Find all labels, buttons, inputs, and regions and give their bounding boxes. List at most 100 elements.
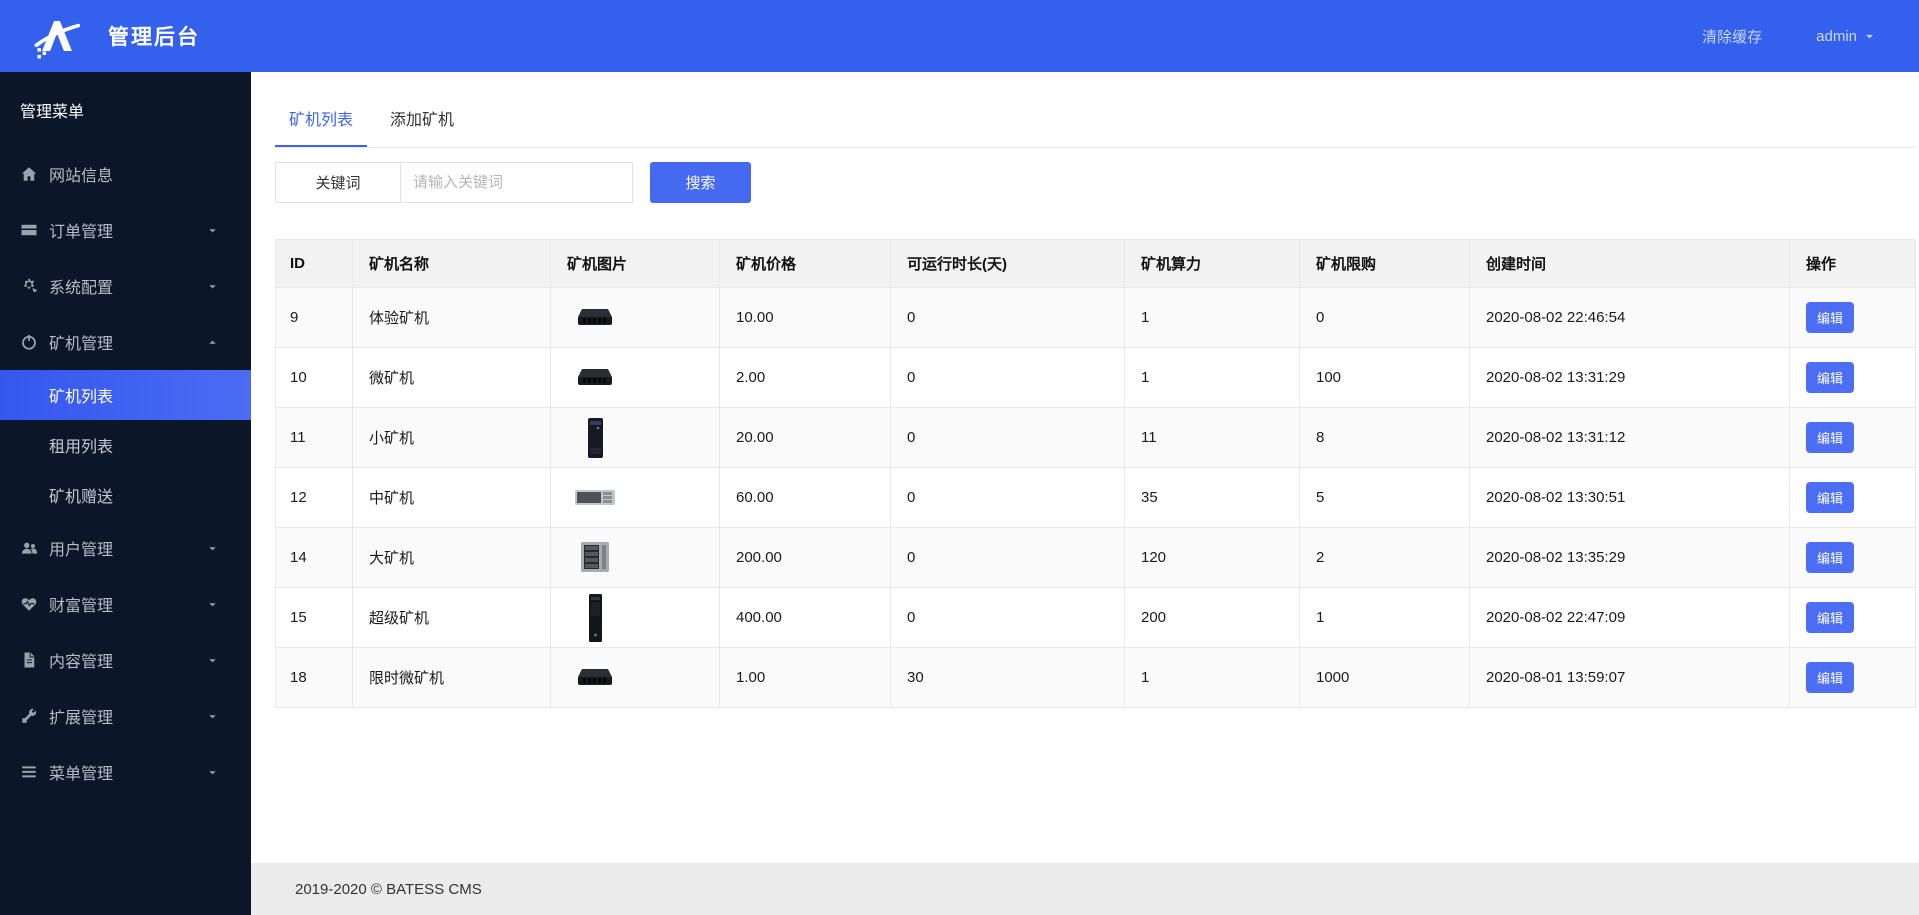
sidebar-item-user[interactable]: 用户管理 (0, 520, 251, 576)
cell-limit: 5 (1299, 467, 1470, 528)
sidebar-item-label: 菜单管理 (49, 766, 114, 783)
table-row: 12 中矿机 60.00 0 35 5 2020-08-02 13:30:51 编辑 (275, 467, 1916, 528)
sidebar-item-label: 内容管理 (49, 654, 114, 671)
machine-image (567, 412, 623, 464)
cell-limit: 8 (1299, 407, 1470, 468)
sidebar-subitem-miner-list[interactable]: 矿机列表 (0, 370, 251, 420)
table-header-row: ID 矿机名称 矿机图片 矿机价格 可运行时长(天) 矿机算力 矿机限购 创建时间 操作 (275, 239, 1916, 288)
sidebar-item-label: 用户管理 (49, 542, 114, 559)
cell-image (550, 287, 720, 348)
keyword-label: 关键词 (275, 162, 400, 203)
cell-name: 微矿机 (352, 347, 551, 408)
sidebar-item-extension[interactable]: 扩展管理 (0, 688, 251, 744)
cell-actions: 编辑 (1789, 407, 1916, 468)
cell-price: 2.00 (719, 347, 891, 408)
cell-actions: 编辑 (1789, 347, 1916, 408)
cell-created: 2020-08-02 13:31:29 (1469, 347, 1790, 408)
sidebar-item-content[interactable]: 内容管理 (0, 632, 251, 688)
cell-id: 15 (275, 587, 353, 648)
top-bar: 管理后台 清除缓存 admin (0, 0, 1919, 72)
column-header: 可运行时长(天) (890, 239, 1125, 288)
column-header: ID (275, 239, 353, 288)
cell-actions: 编辑 (1789, 647, 1916, 708)
app-title: 管理后台 (108, 26, 200, 49)
home-icon (20, 165, 38, 183)
tab-miner-list[interactable]: 矿机列表 (275, 96, 368, 147)
cell-power: 35 (1124, 467, 1300, 528)
user-menu[interactable]: admin (1816, 28, 1875, 45)
cell-name: 超级矿机 (352, 587, 551, 648)
clear-cache-button[interactable]: 清除缓存 (1702, 26, 1762, 47)
table-row: 18 限时微矿机 1.00 30 1 1000 2020-08-01 13:59:07 编辑 (275, 647, 1916, 708)
app-logo-icon (34, 13, 80, 59)
edit-button[interactable]: 编辑 (1806, 482, 1855, 513)
table-row: 15 超级矿机 400.00 0 200 1 2020-08-02 22:47:09 编辑 (275, 587, 1916, 648)
search-input[interactable] (400, 162, 633, 203)
brand: 管理后台 (0, 13, 251, 59)
sidebar-item-system-config[interactable]: 系统配置 (0, 258, 251, 314)
cell-created: 2020-08-02 22:46:54 (1469, 287, 1790, 348)
main-content: 矿机列表添加矿机 关键词 搜索 ID矿机名称矿机图片矿机价格可运行时长(天)矿机… (251, 72, 1919, 915)
miner-table-wrap: ID 矿机名称 矿机图片 矿机价格 可运行时长(天) 矿机算力 矿机限购 创建时间 操作 9 体验… (275, 239, 1916, 708)
caret-down-icon (207, 225, 218, 236)
sidebar-item-menu[interactable]: 菜单管理 (0, 744, 251, 800)
cell-price: 200.00 (719, 527, 891, 588)
column-header: 创建时间 (1469, 239, 1790, 288)
cell-id: 10 (275, 347, 353, 408)
sidebar-item-order[interactable]: 订单管理 (0, 202, 251, 258)
caret-up-icon (207, 337, 218, 348)
users-icon (20, 539, 38, 557)
column-header: 矿机价格 (719, 239, 891, 288)
cell-image (550, 467, 720, 528)
cell-created: 2020-08-02 13:31:12 (1469, 407, 1790, 468)
caret-down-icon (207, 711, 218, 722)
cell-id: 18 (275, 647, 353, 708)
machine-image (567, 292, 623, 344)
cell-limit: 2 (1299, 527, 1470, 588)
cell-image (550, 407, 720, 468)
column-header: 矿机图片 (550, 239, 720, 288)
sidebar-item-label: 系统配置 (49, 280, 114, 297)
miner-table: ID 矿机名称 矿机图片 矿机价格 可运行时长(天) 矿机算力 矿机限购 创建时间 操作 9 体验… (275, 239, 1916, 708)
sidebar-item-site-info[interactable]: 网站信息 (0, 146, 251, 202)
settings-icon (20, 277, 38, 295)
cell-price: 10.00 (719, 287, 891, 348)
sidebar-item-label: 矿机管理 (49, 336, 114, 353)
topbar-actions: 清除缓存 admin (1702, 26, 1919, 47)
search-button[interactable]: 搜索 (650, 162, 751, 203)
edit-button[interactable]: 编辑 (1806, 662, 1855, 693)
machine-image (567, 592, 623, 644)
tab-add-miner[interactable]: 添加矿机 (376, 96, 468, 147)
sidebar-item-wealth[interactable]: 财富管理 (0, 576, 251, 632)
edit-button[interactable]: 编辑 (1806, 302, 1855, 333)
cell-duration: 0 (890, 587, 1125, 648)
cell-created: 2020-08-02 13:30:51 (1469, 467, 1790, 528)
sidebar-subitem-rent-list[interactable]: 租用列表 (0, 420, 251, 470)
cell-power: 120 (1124, 527, 1300, 588)
cell-duration: 0 (890, 287, 1125, 348)
wealth-icon (20, 595, 38, 613)
search-bar: 关键词 搜索 (275, 162, 1916, 203)
edit-button[interactable]: 编辑 (1806, 542, 1855, 573)
sidebar-item-miner[interactable]: 矿机管理 (0, 314, 251, 370)
cell-price: 400.00 (719, 587, 891, 648)
table-row: 11 小矿机 20.00 0 11 8 2020-08-02 13:31:12 编辑 (275, 407, 1916, 468)
table-row: 14 大矿机 200.00 0 120 2 2020-08-02 13:35:29 编辑 (275, 527, 1916, 588)
miner-icon (20, 333, 38, 351)
edit-button[interactable]: 编辑 (1806, 422, 1855, 453)
cell-id: 14 (275, 527, 353, 588)
cell-name: 体验矿机 (352, 287, 551, 348)
cell-price: 60.00 (719, 467, 891, 528)
cell-limit: 100 (1299, 347, 1470, 408)
edit-button[interactable]: 编辑 (1806, 362, 1855, 393)
chevron-down-icon (1864, 31, 1875, 42)
sidebar-item-label: 网站信息 (49, 168, 114, 185)
sidebar-item-label: 财富管理 (49, 598, 114, 615)
sidebar-subitem-miner-gift[interactable]: 矿机赠送 (0, 470, 251, 520)
edit-button[interactable]: 编辑 (1806, 602, 1855, 633)
cell-power: 200 (1124, 587, 1300, 648)
table-row: 10 微矿机 2.00 0 1 100 2020-08-02 13:31:29 编辑 (275, 347, 1916, 408)
cell-created: 2020-08-02 22:47:09 (1469, 587, 1790, 648)
cell-id: 11 (275, 407, 353, 468)
